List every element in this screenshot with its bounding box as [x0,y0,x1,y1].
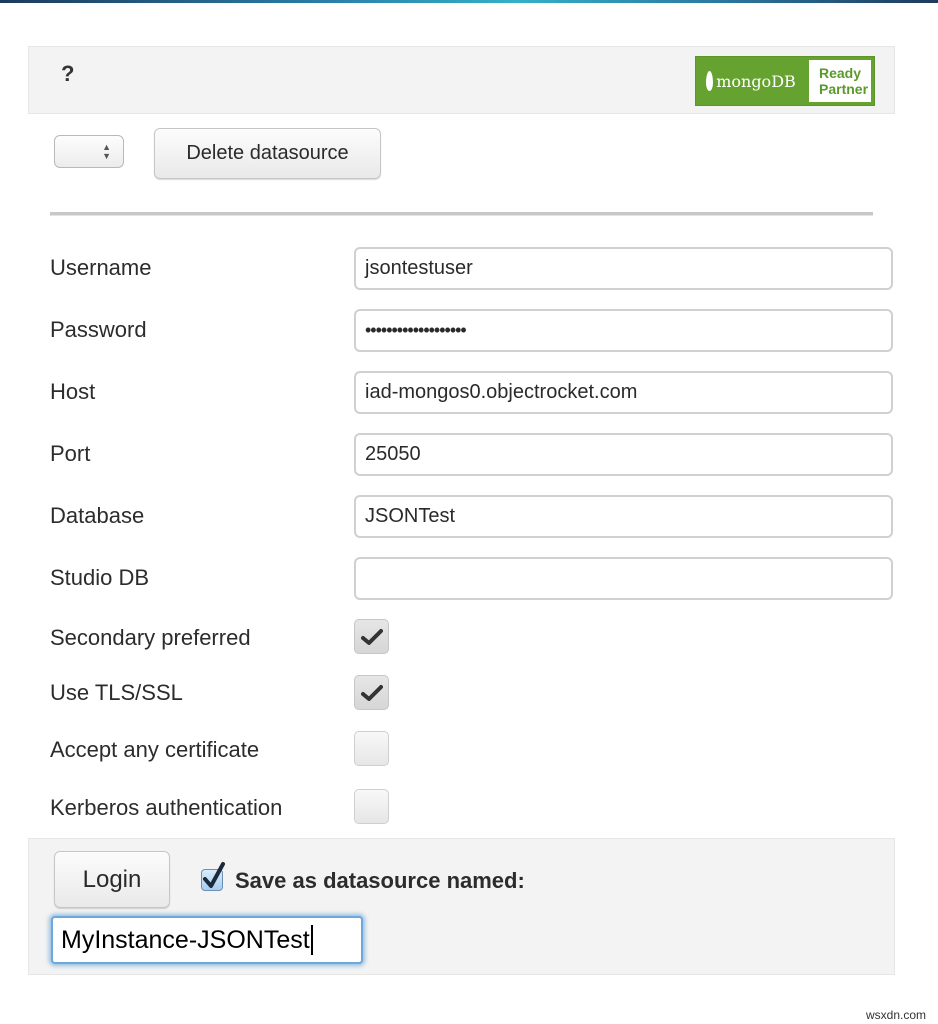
mongodb-brand-text: mongoDB [716,71,796,91]
mongodb-logo: mongoDB [696,57,806,105]
badge-line2: Partner [819,81,869,97]
port-input[interactable]: 25050 [354,433,893,476]
mongodb-ready-partner-badge: mongoDB Ready Partner [695,56,875,106]
kerberos-authentication-label: Kerberos authentication [50,795,283,820]
secondary-preferred-checkbox[interactable] [354,619,389,654]
password-input[interactable]: ••••••••••••••••••• [354,309,893,352]
datasource-name-input[interactable]: MyInstance-JSONTest [51,916,363,964]
username-input[interactable]: jsontestuser [354,247,893,290]
secondary-preferred-label: Secondary preferred [50,625,251,650]
studio-db-label: Studio DB [50,565,150,590]
port-label: Port [50,441,91,466]
use-tls-checkbox[interactable] [354,675,389,710]
header-bar: ? mongoDB Ready Partner [28,46,895,114]
save-datasource-checkbox[interactable] [201,862,225,891]
datasource-name-value: MyInstance-JSONTest [61,925,310,954]
checkmark-icon [203,862,225,888]
host-label: Host [50,379,96,404]
host-input[interactable]: iad-mongos0.objectrocket.com [354,371,893,414]
accept-any-certificate-checkbox[interactable] [354,731,389,766]
use-tls-label: Use TLS/SSL [50,680,183,705]
badge-line1: Ready [819,65,862,81]
checkmark-icon [360,628,383,645]
login-button[interactable]: Login [54,851,170,908]
leaf-icon [706,71,714,91]
ready-partner-label: Ready Partner [809,60,871,102]
checkmark-icon [360,684,383,701]
divider [50,212,873,216]
delete-datasource-button[interactable]: Delete datasource [154,128,381,179]
save-as-datasource-label: Save as datasource named: [235,868,525,893]
database-label: Database [50,503,145,528]
top-accent-strip [0,0,938,3]
username-label: Username [50,255,152,280]
database-input[interactable]: JSONTest [354,495,893,538]
help-icon[interactable]: ? [61,61,74,87]
password-label: Password [50,317,147,342]
datasource-select[interactable]: ▲ ▼ [54,135,124,168]
watermark: wsxdn.com [866,1008,927,1022]
text-caret [310,925,313,955]
accept-any-certificate-label: Accept any certificate [50,737,260,762]
kerberos-authentication-checkbox[interactable] [354,789,389,824]
select-arrows-icon: ▲ ▼ [102,142,111,161]
studio-db-input[interactable] [354,557,893,600]
